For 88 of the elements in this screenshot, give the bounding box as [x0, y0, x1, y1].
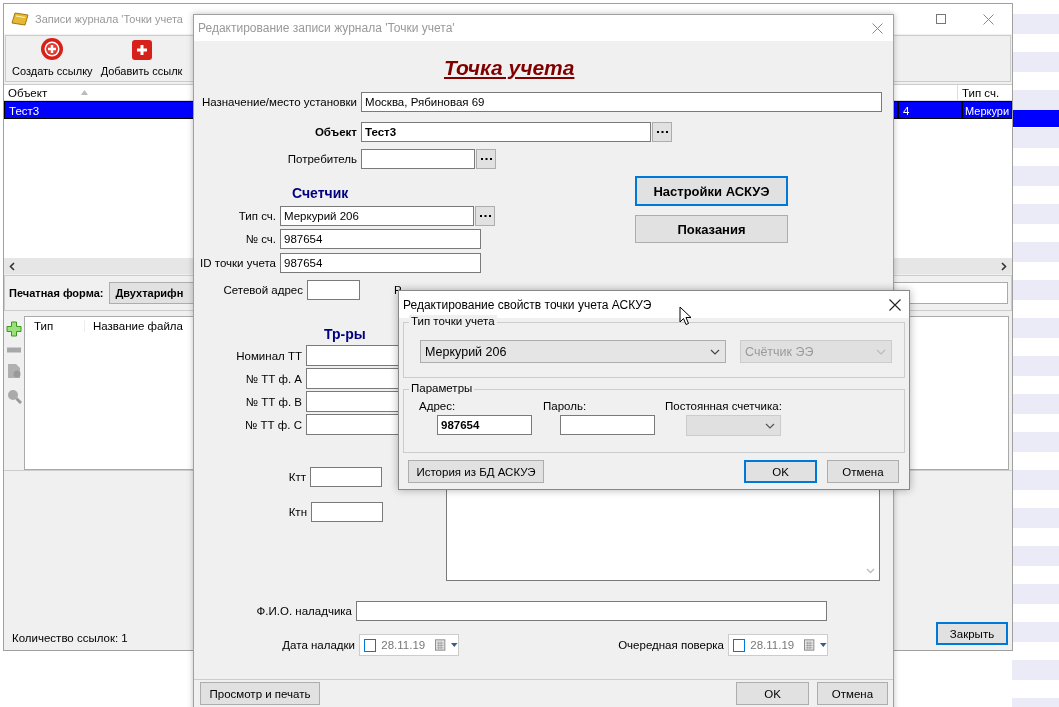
table-cell: 4 — [898, 101, 962, 119]
field-label: Ктн — [287, 506, 307, 518]
column-header[interactable]: Тип — [25, 320, 84, 332]
chevron-right-icon[interactable] — [1001, 261, 1007, 271]
field-label: № сч. — [244, 233, 276, 245]
text-field[interactable]: Тест3 — [361, 122, 651, 142]
ellipsis-icon — [479, 214, 491, 218]
toolbar-button[interactable]: Создать ссылку — [12, 37, 93, 81]
plus-icon[interactable] — [6, 321, 22, 337]
preview-print-button[interactable]: Просмотр и печать — [200, 682, 320, 705]
field-label: Потребитель — [286, 153, 357, 165]
close-button[interactable]: Закрыть — [936, 622, 1008, 645]
field-label: Тип сч. — [237, 210, 276, 222]
text-field[interactable] — [311, 502, 383, 522]
window-title: Записи журнала 'Точки учета — [35, 13, 183, 25]
ok-button[interactable]: OK — [744, 460, 817, 483]
calendar-icon — [804, 639, 816, 651]
dialog-title: Редактирование записи журнала 'Точки учета' — [198, 21, 455, 35]
close-icon[interactable] — [889, 298, 901, 311]
add-circle-icon — [40, 37, 65, 61]
browse-button[interactable] — [652, 122, 672, 142]
table-cell: Меркури — [962, 101, 1012, 119]
field-label: Ф.И.О. наладчика — [255, 605, 352, 617]
field-label: Пароль: — [543, 400, 588, 413]
action-button[interactable]: Показания — [635, 215, 788, 243]
field-label: № ТТ ф. С — [244, 418, 302, 431]
field-label: Адрес: — [419, 400, 457, 413]
chevron-down-icon — [765, 422, 775, 429]
ellipsis-icon — [656, 130, 668, 134]
text-field[interactable]: 987654 — [280, 229, 481, 249]
add-square-icon — [130, 39, 153, 61]
toolbar-button[interactable]: Добавить ссылк — [100, 39, 183, 81]
field-label: Ктт — [287, 471, 306, 483]
field-label: Номинал ТТ — [235, 349, 302, 362]
checkbox[interactable] — [733, 638, 746, 652]
field-label: № ТТ ф. В — [244, 395, 302, 408]
caret-icon — [820, 643, 827, 647]
field-label: ID точки учета — [199, 257, 276, 269]
text-field[interactable]: Москва, Рябиновая 69 — [361, 92, 882, 112]
field-label: Сетевой адрес — [222, 284, 303, 296]
ok-button[interactable]: OK — [736, 682, 809, 705]
browse-button[interactable] — [475, 206, 495, 226]
date-picker[interactable]: 28.11.19 — [359, 634, 459, 656]
sort-icon — [81, 90, 89, 95]
field-label: Дата наладки — [281, 639, 355, 651]
maximize-icon[interactable] — [936, 14, 946, 24]
text-field[interactable]: 987654 — [280, 253, 481, 273]
date-text: 28.11.19 — [381, 639, 427, 651]
text-field[interactable]: Меркурий 206 — [280, 206, 474, 226]
history-button[interactable]: История из БД АСКУЭ — [408, 460, 544, 483]
text-field[interactable] — [310, 467, 382, 487]
search-icon[interactable] — [6, 389, 22, 404]
field-label: Постоянная счетчика: — [665, 400, 782, 413]
text-field[interactable]: 987654 — [437, 415, 532, 435]
section-heading: Тр-ры — [323, 326, 366, 343]
column-header[interactable]: Тип сч. — [958, 85, 1012, 100]
dropdown[interactable]: Меркурий 206 — [420, 340, 726, 363]
text-field[interactable] — [356, 601, 827, 621]
date-picker[interactable]: 28.11.19 — [728, 634, 828, 656]
group-legend: Параметры — [409, 382, 475, 394]
caret-icon — [451, 643, 458, 647]
document-icon[interactable] — [6, 363, 22, 379]
field-label: № ТТ ф. А — [244, 372, 302, 385]
chevron-down-icon — [876, 348, 886, 355]
column-header[interactable]: Название файла — [84, 320, 183, 332]
field-label: Объект — [313, 126, 357, 138]
text-field[interactable] — [361, 149, 475, 169]
field-label: Очередная поверка — [618, 639, 724, 651]
date-text: 28.11.19 — [750, 639, 796, 651]
chevron-down-icon — [866, 568, 875, 574]
chevron-left-icon[interactable] — [9, 261, 15, 271]
text-field[interactable] — [307, 280, 360, 300]
chevron-down-icon — [710, 348, 720, 355]
cancel-button[interactable]: Отмена — [817, 682, 888, 705]
link-count: Количество ссылок: 1 — [12, 632, 128, 644]
section-heading: Счетчик — [291, 185, 349, 202]
action-button[interactable]: Настройки АСКУЭ — [635, 176, 788, 206]
password-field[interactable] — [560, 415, 655, 435]
ellipsis-icon — [480, 157, 492, 161]
cancel-button[interactable]: Отмена — [827, 460, 899, 483]
checkbox[interactable] — [364, 638, 377, 652]
form-heading: Точка учета — [443, 56, 576, 80]
calendar-icon — [435, 639, 447, 651]
group-legend: Тип точки учета — [409, 315, 497, 327]
print-form-label: Печатная форма: — [9, 287, 104, 299]
browse-button[interactable] — [476, 149, 496, 169]
dialog-title: Редактирование свойств точки учета АСКУЭ — [403, 297, 652, 312]
notebook-icon — [11, 12, 29, 26]
